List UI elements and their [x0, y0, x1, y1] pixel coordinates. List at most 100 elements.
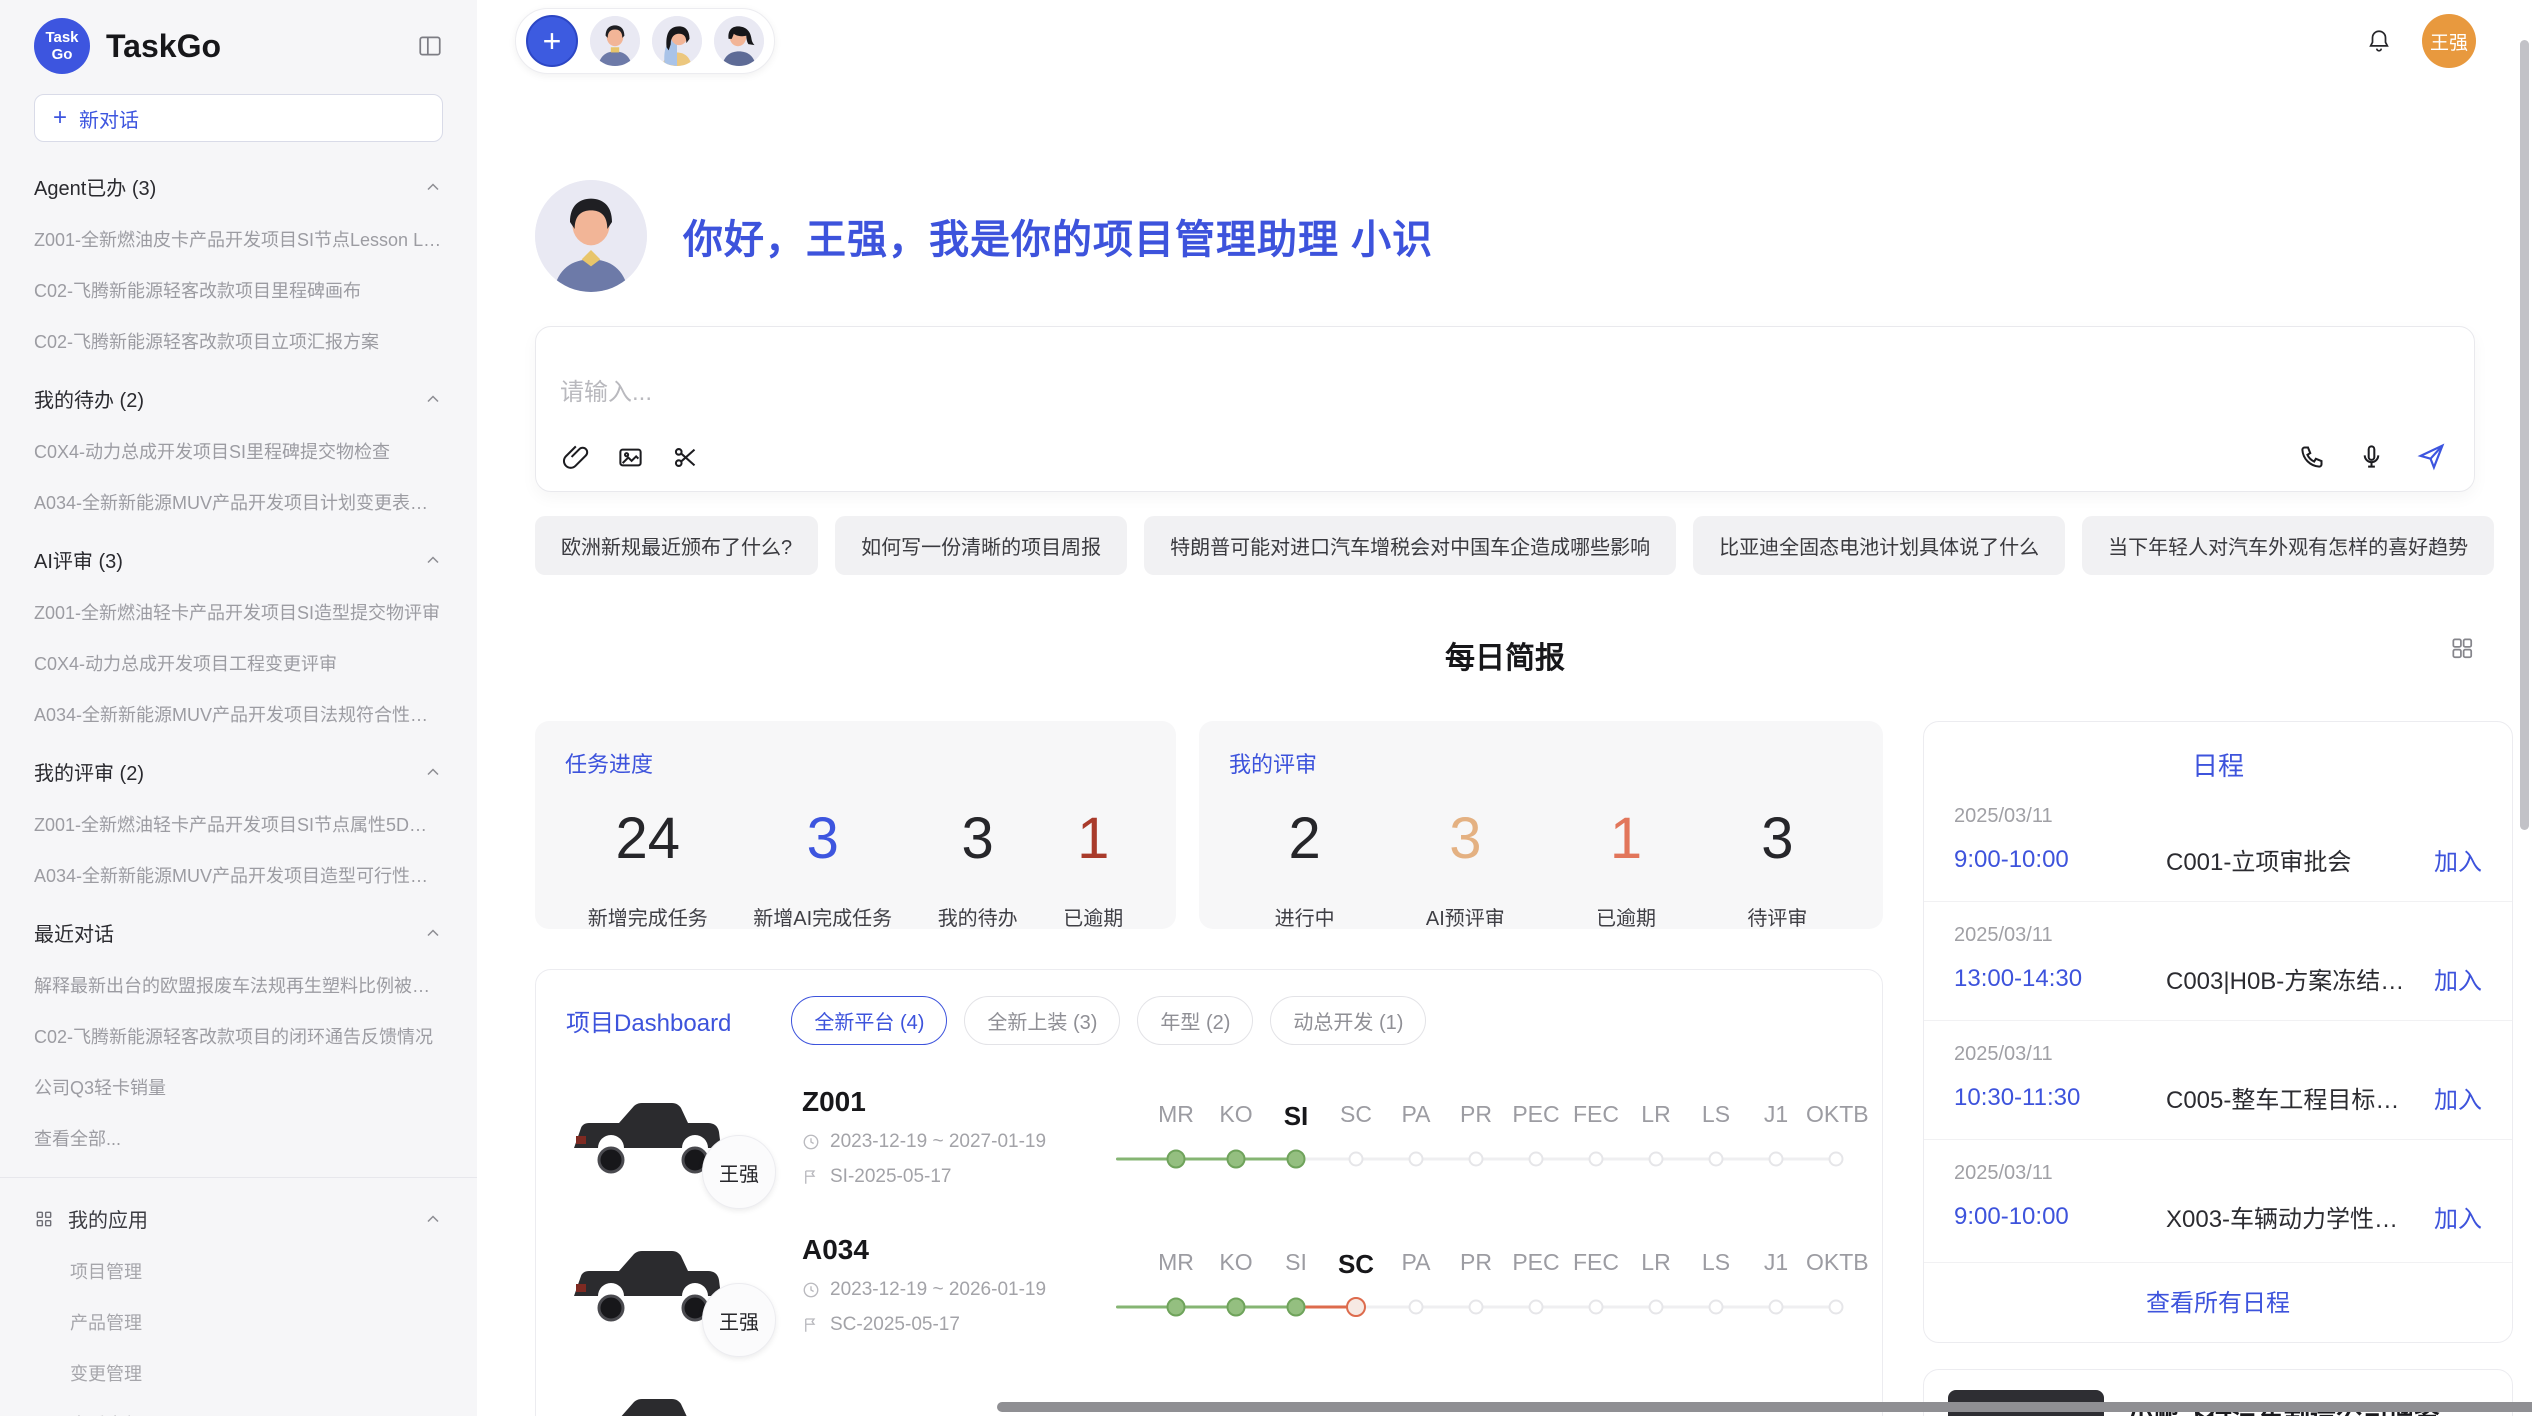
sidebar-app-item[interactable]: 查看全部... — [70, 1411, 443, 1416]
microphone-icon[interactable] — [2358, 443, 2385, 470]
avatar-contact-3[interactable] — [714, 16, 764, 66]
project-row[interactable]: 王强 Z001 2023-12-19 ~ 2027-01-19 — [566, 1081, 1852, 1193]
project-info: A034 2023-12-19 ~ 2026-01-19 SC-2025-05-… — [802, 1234, 1052, 1336]
sidebar-item[interactable]: Z001-全新燃油皮卡产品开发项目SI节点Lesson Learn报告 — [34, 226, 443, 252]
notifications-bell-icon[interactable] — [2366, 28, 2392, 54]
project-code: A034 — [802, 1234, 1052, 1266]
chevron-up-icon[interactable] — [423, 923, 443, 943]
milestone-dot — [1649, 1151, 1664, 1166]
app-logo: Task Go — [34, 18, 90, 74]
schedule-time: 9:00-10:00 — [1954, 1203, 2166, 1231]
tab-new-platform[interactable]: 全新平台 (4) — [791, 996, 947, 1045]
schedule-time: 10:30-11:30 — [1954, 1084, 2166, 1112]
layout-grid-icon[interactable] — [2449, 635, 2475, 661]
sidebar-item[interactable]: C02-飞腾新能源轻客改款项目的闭环通告反馈情况 — [34, 1023, 443, 1049]
task-progress-card: 任务进度 24 新增完成任务 3 新增AI完成任务 — [535, 721, 1176, 929]
sidebar-item[interactable]: 公司Q3轻卡销量 — [34, 1074, 443, 1100]
stat-ai-prereview: 3 AI预评审 — [1426, 805, 1505, 931]
join-link[interactable]: 加入 — [2434, 961, 2482, 996]
view-all-schedule-link[interactable]: 查看所有日程 — [1924, 1262, 2512, 1328]
add-chat-button[interactable]: + — [526, 15, 578, 67]
milestone-dots — [1076, 1292, 1866, 1322]
plus-icon: + — [53, 108, 67, 128]
chevron-up-icon[interactable] — [423, 550, 443, 570]
new-chat-label: 新对话 — [79, 104, 139, 133]
milestone-label: LR — [1626, 1249, 1686, 1280]
milestone-track: MRKOSISCPAPRPECFECLRLSJ1OKTB — [1076, 1101, 1866, 1174]
image-icon[interactable] — [617, 444, 644, 471]
date-range: 2023-12-19 ~ 2027-01-19 — [830, 1131, 1046, 1153]
sidebar-item[interactable]: A034-全新新能源MUV产品开发项目计划变更表编写 — [34, 489, 443, 515]
phone-icon[interactable] — [2299, 443, 2326, 470]
stat-label: 已逾期 — [1063, 902, 1123, 931]
sidebar-item[interactable]: A034-全新新能源MUV产品开发项目造型可行性评审 — [34, 862, 443, 888]
sidebar-item[interactable]: C02-飞腾新能源轻客改款项目里程碑画布 — [34, 277, 443, 303]
project-row[interactable]: 王强 A034 2023-12-19 ~ 2026-01-19 — [566, 1229, 1852, 1341]
chevron-up-icon[interactable] — [423, 177, 443, 197]
sidebar-item[interactable]: C0X4-动力总成开发项目工程变更评审 — [34, 650, 443, 676]
sidebar-item[interactable]: 查看全部... — [34, 1125, 443, 1151]
sidebar: Task Go TaskGo + 新对话 Agent已办 (3) Z001-全新… — [0, 0, 477, 1416]
schedule-event-title: C003|H0B-方案冻结评审 — [2166, 961, 2418, 996]
stat-label: 新增AI完成任务 — [753, 902, 892, 931]
sidebar-item[interactable]: Z001-全新燃油轻卡产品开发项目SI造型提交物评审 — [34, 599, 443, 625]
horizontal-scrollbar[interactable] — [997, 1402, 2532, 1412]
sidebar-item[interactable]: 解释最新出台的欧盟报废车法规再生塑料比例被调至15%... — [34, 972, 443, 998]
scissors-icon[interactable] — [672, 444, 699, 471]
suggestion-chip[interactable]: 特朗普可能对进口汽车增税会对中国车企造成哪些影响 — [1144, 516, 1676, 575]
suggestion-chip[interactable]: 欧洲新规最近颁布了什么? — [535, 516, 818, 575]
suggestion-chip[interactable]: 比亚迪全固态电池计划具体说了什么 — [1693, 516, 2065, 575]
stat-new-done: 24 新增完成任务 — [588, 805, 708, 931]
stat-value: 2 — [1275, 805, 1335, 872]
section-header[interactable]: Agent已办 (3) — [34, 172, 443, 201]
sidebar-app-item[interactable]: 变更管理 — [70, 1360, 443, 1386]
section-header[interactable]: 最近对话 — [34, 918, 443, 947]
avatar-contact-2[interactable] — [652, 16, 702, 66]
chevron-up-icon[interactable] — [423, 1209, 443, 1229]
sidebar-item[interactable]: A034-全新新能源MUV产品开发项目法规符合性评审 — [34, 701, 443, 727]
apps-grid-icon — [34, 1209, 54, 1229]
milestone-dot — [1529, 1299, 1544, 1314]
tab-powertrain[interactable]: 动总开发 (1) — [1270, 996, 1426, 1045]
tab-new-body[interactable]: 全新上装 (3) — [964, 996, 1120, 1045]
sidebar-app-item[interactable]: 产品管理 — [70, 1309, 443, 1335]
milestone-label: SI — [1266, 1249, 1326, 1280]
suggestion-chip[interactable]: 当下年轻人对汽车外观有怎样的喜好趋势 — [2082, 516, 2494, 575]
join-link[interactable]: 加入 — [2434, 842, 2482, 877]
milestone-label: PR — [1446, 1249, 1506, 1280]
briefing-left-column: 任务进度 24 新增完成任务 3 新增AI完成任务 — [535, 721, 1883, 1416]
chevron-up-icon[interactable] — [423, 762, 443, 782]
sidebar-item[interactable]: C0X4-动力总成开发项目SI里程碑提交物检查 — [34, 438, 443, 464]
chevron-up-icon[interactable] — [423, 389, 443, 409]
sidebar-item[interactable]: C02-飞腾新能源轻客改款项目立项汇报方案 — [34, 328, 443, 354]
collapse-sidebar-icon[interactable] — [417, 33, 443, 59]
stat-label: 我的待办 — [938, 902, 1018, 931]
section-header[interactable]: 我的待办 (2) — [34, 384, 443, 413]
new-chat-button[interactable]: + 新对话 — [34, 94, 443, 142]
join-link[interactable]: 加入 — [2434, 1080, 2482, 1115]
avatar-contact-1[interactable] — [590, 16, 640, 66]
paperclip-icon[interactable] — [562, 444, 589, 471]
tab-model-year[interactable]: 年型 (2) — [1137, 996, 1253, 1045]
logo-text-bottom: Go — [52, 46, 73, 63]
sidebar-item-my-apps[interactable]: 我的应用 — [34, 1204, 443, 1233]
section-header[interactable]: 我的评审 (2) — [34, 757, 443, 786]
milestone-label: PA — [1386, 1249, 1446, 1280]
stat-value: 3 — [1426, 805, 1505, 872]
send-icon[interactable] — [2417, 442, 2446, 471]
sidebar-app-item[interactable]: 项目管理 — [70, 1258, 443, 1284]
vertical-scrollbar[interactable] — [2520, 40, 2529, 830]
milestone-label: J1 — [1746, 1101, 1806, 1132]
card-title: 我的评审 — [1229, 747, 1853, 779]
project-owner-badge: 王强 — [702, 1135, 776, 1209]
milestone-dot — [1287, 1297, 1306, 1316]
suggestion-chip[interactable]: 如何写一份清晰的项目周报 — [835, 516, 1127, 575]
section-title: AI评审 (3) — [34, 545, 123, 574]
sidebar-item[interactable]: Z001-全新燃油轻卡产品开发项目SI节点属性5D文件评审 — [34, 811, 443, 837]
user-avatar[interactable]: 王强 — [2422, 14, 2476, 68]
stat-label: 已逾期 — [1596, 902, 1656, 931]
stat-value: 3 — [1747, 805, 1807, 872]
chat-input[interactable] — [560, 379, 2450, 407]
join-link[interactable]: 加入 — [2434, 1199, 2482, 1234]
section-header[interactable]: AI评审 (3) — [34, 545, 443, 574]
